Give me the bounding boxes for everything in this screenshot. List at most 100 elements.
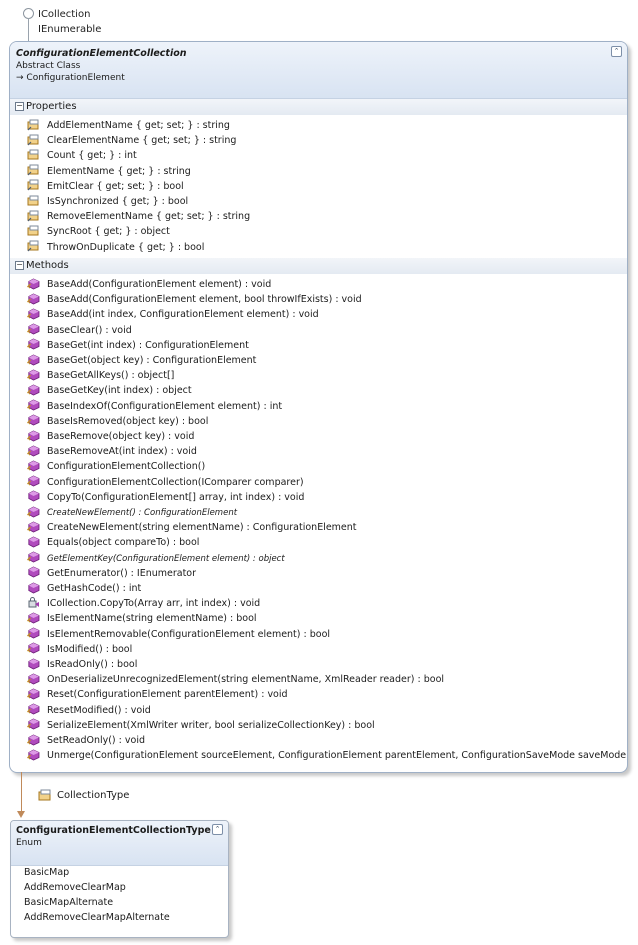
public-property-icon: [27, 195, 39, 207]
method-signature: IsReadOnly() : bool: [47, 659, 138, 670]
property-signature: IsSynchronized { get; } : bool: [47, 196, 189, 207]
class-kind: Abstract Class: [16, 61, 81, 71]
property-row[interactable]: ClearElementName { get; set; } : string: [27, 133, 236, 148]
protected-property-icon: [27, 119, 39, 131]
class-base-name: ConfigurationElement: [26, 73, 125, 83]
method-row[interactable]: IsElementRemovable(ConfigurationElement …: [27, 627, 330, 642]
method-signature: BaseRemoveAt(int index) : void: [47, 446, 197, 458]
association-label[interactable]: CollectionType: [57, 790, 129, 801]
method-signature: BaseClear() : void: [47, 324, 132, 336]
method-row[interactable]: GetHashCode() : int: [27, 581, 141, 596]
protected-method-icon: [27, 414, 40, 426]
method-signature: CreateNewElement() : ConfigurationElemen…: [47, 508, 238, 518]
method-row[interactable]: BaseClear() : void: [27, 323, 132, 338]
methods-section-header[interactable]: − Methods: [10, 258, 627, 274]
enum-collapse-chevron-icon[interactable]: ⌃: [212, 824, 223, 835]
method-signature: GetElementKey(ConfigurationElement eleme…: [47, 553, 285, 564]
method-signature: OnDeserializeUnrecognizedElement(string …: [47, 674, 445, 686]
method-row[interactable]: IsReadOnly() : bool: [27, 657, 137, 672]
method-row[interactable]: GetElementKey(ConfigurationElement eleme…: [27, 551, 285, 566]
methods-section-label: Methods: [26, 260, 69, 271]
property-row[interactable]: ElementName { get; } : string: [27, 164, 191, 179]
method-row[interactable]: CreateNewElement(string elementName) : C…: [27, 520, 357, 535]
method-row[interactable]: SerializeElement(XmlWriter writer, bool …: [27, 718, 375, 733]
property-signature: Count { get; } : int: [47, 150, 137, 162]
method-signature: BaseAdd(ConfigurationElement element, bo…: [47, 294, 362, 306]
enum-shape-configurationelementcollectiontype[interactable]: ConfigurationElementCollectionType Enum …: [10, 820, 229, 938]
method-signature: GetHashCode() : int: [47, 583, 142, 594]
property-signature: ElementName { get; } : string: [47, 165, 191, 177]
protected-method-icon: [27, 399, 40, 411]
property-row[interactable]: EmitClear { get; set; } : bool: [27, 179, 184, 194]
interface-label-icollection: ICollection: [38, 9, 91, 20]
protected-method-icon: [27, 323, 40, 335]
enum-value: BasicMap: [24, 867, 70, 878]
method-signature: BaseIndexOf(ConfigurationElement element…: [47, 400, 283, 412]
property-signature: RemoveElementName { get; set; } : string: [47, 211, 251, 223]
method-signature: BaseGet(object key) : ConfigurationEleme…: [47, 355, 257, 366]
methods-collapse-toggle-icon[interactable]: −: [15, 261, 24, 270]
method-row[interactable]: BaseGet(object key) : ConfigurationEleme…: [27, 353, 256, 368]
method-signature: ConfigurationElementCollection(): [47, 461, 206, 473]
method-row[interactable]: Reset(ConfigurationElement parentElement…: [27, 687, 288, 702]
method-row[interactable]: IsElementName(string elementName) : bool: [27, 611, 257, 626]
method-row[interactable]: IsModified() : bool: [27, 642, 132, 657]
protected-method-icon: [27, 445, 40, 457]
method-row[interactable]: BaseRemoveAt(int index) : void: [27, 444, 197, 459]
method-row[interactable]: BaseGetAllKeys() : object[]: [27, 368, 174, 383]
protected-method-icon: [27, 460, 40, 472]
method-signature: CopyTo(ConfigurationElement[] array, int…: [47, 491, 305, 503]
method-row[interactable]: BaseGetKey(int index) : object: [27, 383, 192, 398]
method-row[interactable]: ICollection.CopyTo(Array arr, int index)…: [27, 596, 260, 611]
collapse-chevron-icon[interactable]: ⌃: [611, 46, 622, 57]
method-row[interactable]: OnDeserializeUnrecognizedElement(string …: [27, 672, 444, 687]
method-row[interactable]: GetEnumerator() : IEnumerator: [27, 566, 196, 581]
method-row[interactable]: CopyTo(ConfigurationElement[] array, int…: [27, 490, 304, 505]
property-row[interactable]: AddElementName { get; set; } : string: [27, 118, 230, 133]
method-signature: BaseAdd(int index, ConfigurationElement …: [47, 309, 319, 321]
property-row[interactable]: ThrowOnDuplicate { get; } : bool: [27, 240, 204, 255]
property-row[interactable]: Count { get; } : int: [27, 148, 137, 163]
class-shape-configurationelementcollection[interactable]: ConfigurationElementCollection Abstract …: [9, 41, 628, 773]
method-signature: Reset(ConfigurationElement parentElement…: [47, 689, 288, 701]
enum-value: AddRemoveClearMap: [24, 882, 126, 893]
properties-section-header[interactable]: − Properties: [10, 99, 627, 115]
method-row[interactable]: BaseIsRemoved(object key) : bool: [27, 414, 208, 429]
enum-name: ConfigurationElementCollectionType: [16, 825, 211, 836]
protected-method-icon: [27, 369, 40, 381]
method-signature: ConfigurationElementCollection(IComparer…: [47, 476, 304, 488]
method-row[interactable]: BaseGet(int index) : ConfigurationElemen…: [27, 338, 249, 353]
method-row[interactable]: BaseRemove(object key) : void: [27, 429, 194, 444]
method-signature: IsElementRemovable(ConfigurationElement …: [47, 628, 331, 640]
protected-method-icon: [27, 430, 40, 442]
protected-property-icon: [27, 210, 39, 222]
method-signature: SerializeElement(XmlWriter writer, bool …: [47, 719, 375, 731]
protected-method-icon: [27, 521, 40, 533]
method-row[interactable]: BaseIndexOf(ConfigurationElement element…: [27, 399, 282, 414]
method-row[interactable]: CreateNewElement() : ConfigurationElemen…: [27, 505, 237, 520]
method-signature: BaseAdd(ConfigurationElement element) : …: [47, 279, 272, 290]
protected-property-icon: [27, 164, 39, 176]
method-row[interactable]: Equals(object compareTo) : bool: [27, 535, 199, 550]
method-row[interactable]: ConfigurationElementCollection(): [27, 459, 205, 474]
method-row[interactable]: BaseAdd(ConfigurationElement element, bo…: [27, 292, 362, 307]
method-row[interactable]: BaseAdd(int index, ConfigurationElement …: [27, 307, 319, 322]
method-row[interactable]: BaseAdd(ConfigurationElement element) : …: [27, 277, 271, 292]
property-row[interactable]: RemoveElementName { get; set; } : string: [27, 209, 250, 224]
property-row[interactable]: IsSynchronized { get; } : bool: [27, 194, 188, 209]
public-method-icon: [27, 536, 40, 548]
method-signature: IsElementName(string elementName) : bool: [47, 613, 257, 625]
association-arrowhead-icon: [17, 811, 25, 818]
method-row[interactable]: ResetModified() : void: [27, 703, 151, 718]
property-row[interactable]: SyncRoot { get; } : object: [27, 224, 170, 239]
properties-section-label: Properties: [26, 101, 77, 112]
method-signature: BaseRemove(object key) : void: [47, 431, 195, 442]
class-header: ConfigurationElementCollection Abstract …: [10, 42, 627, 99]
protected-method-icon: [27, 688, 40, 700]
properties-collapse-toggle-icon[interactable]: −: [15, 102, 24, 111]
method-row[interactable]: SetReadOnly() : void: [27, 733, 145, 748]
method-row[interactable]: Unmerge(ConfigurationElement sourceEleme…: [27, 748, 627, 763]
property-signature: ThrowOnDuplicate { get; } : bool: [47, 241, 205, 253]
public-method-icon: [27, 566, 40, 578]
method-row[interactable]: ConfigurationElementCollection(IComparer…: [27, 475, 304, 490]
